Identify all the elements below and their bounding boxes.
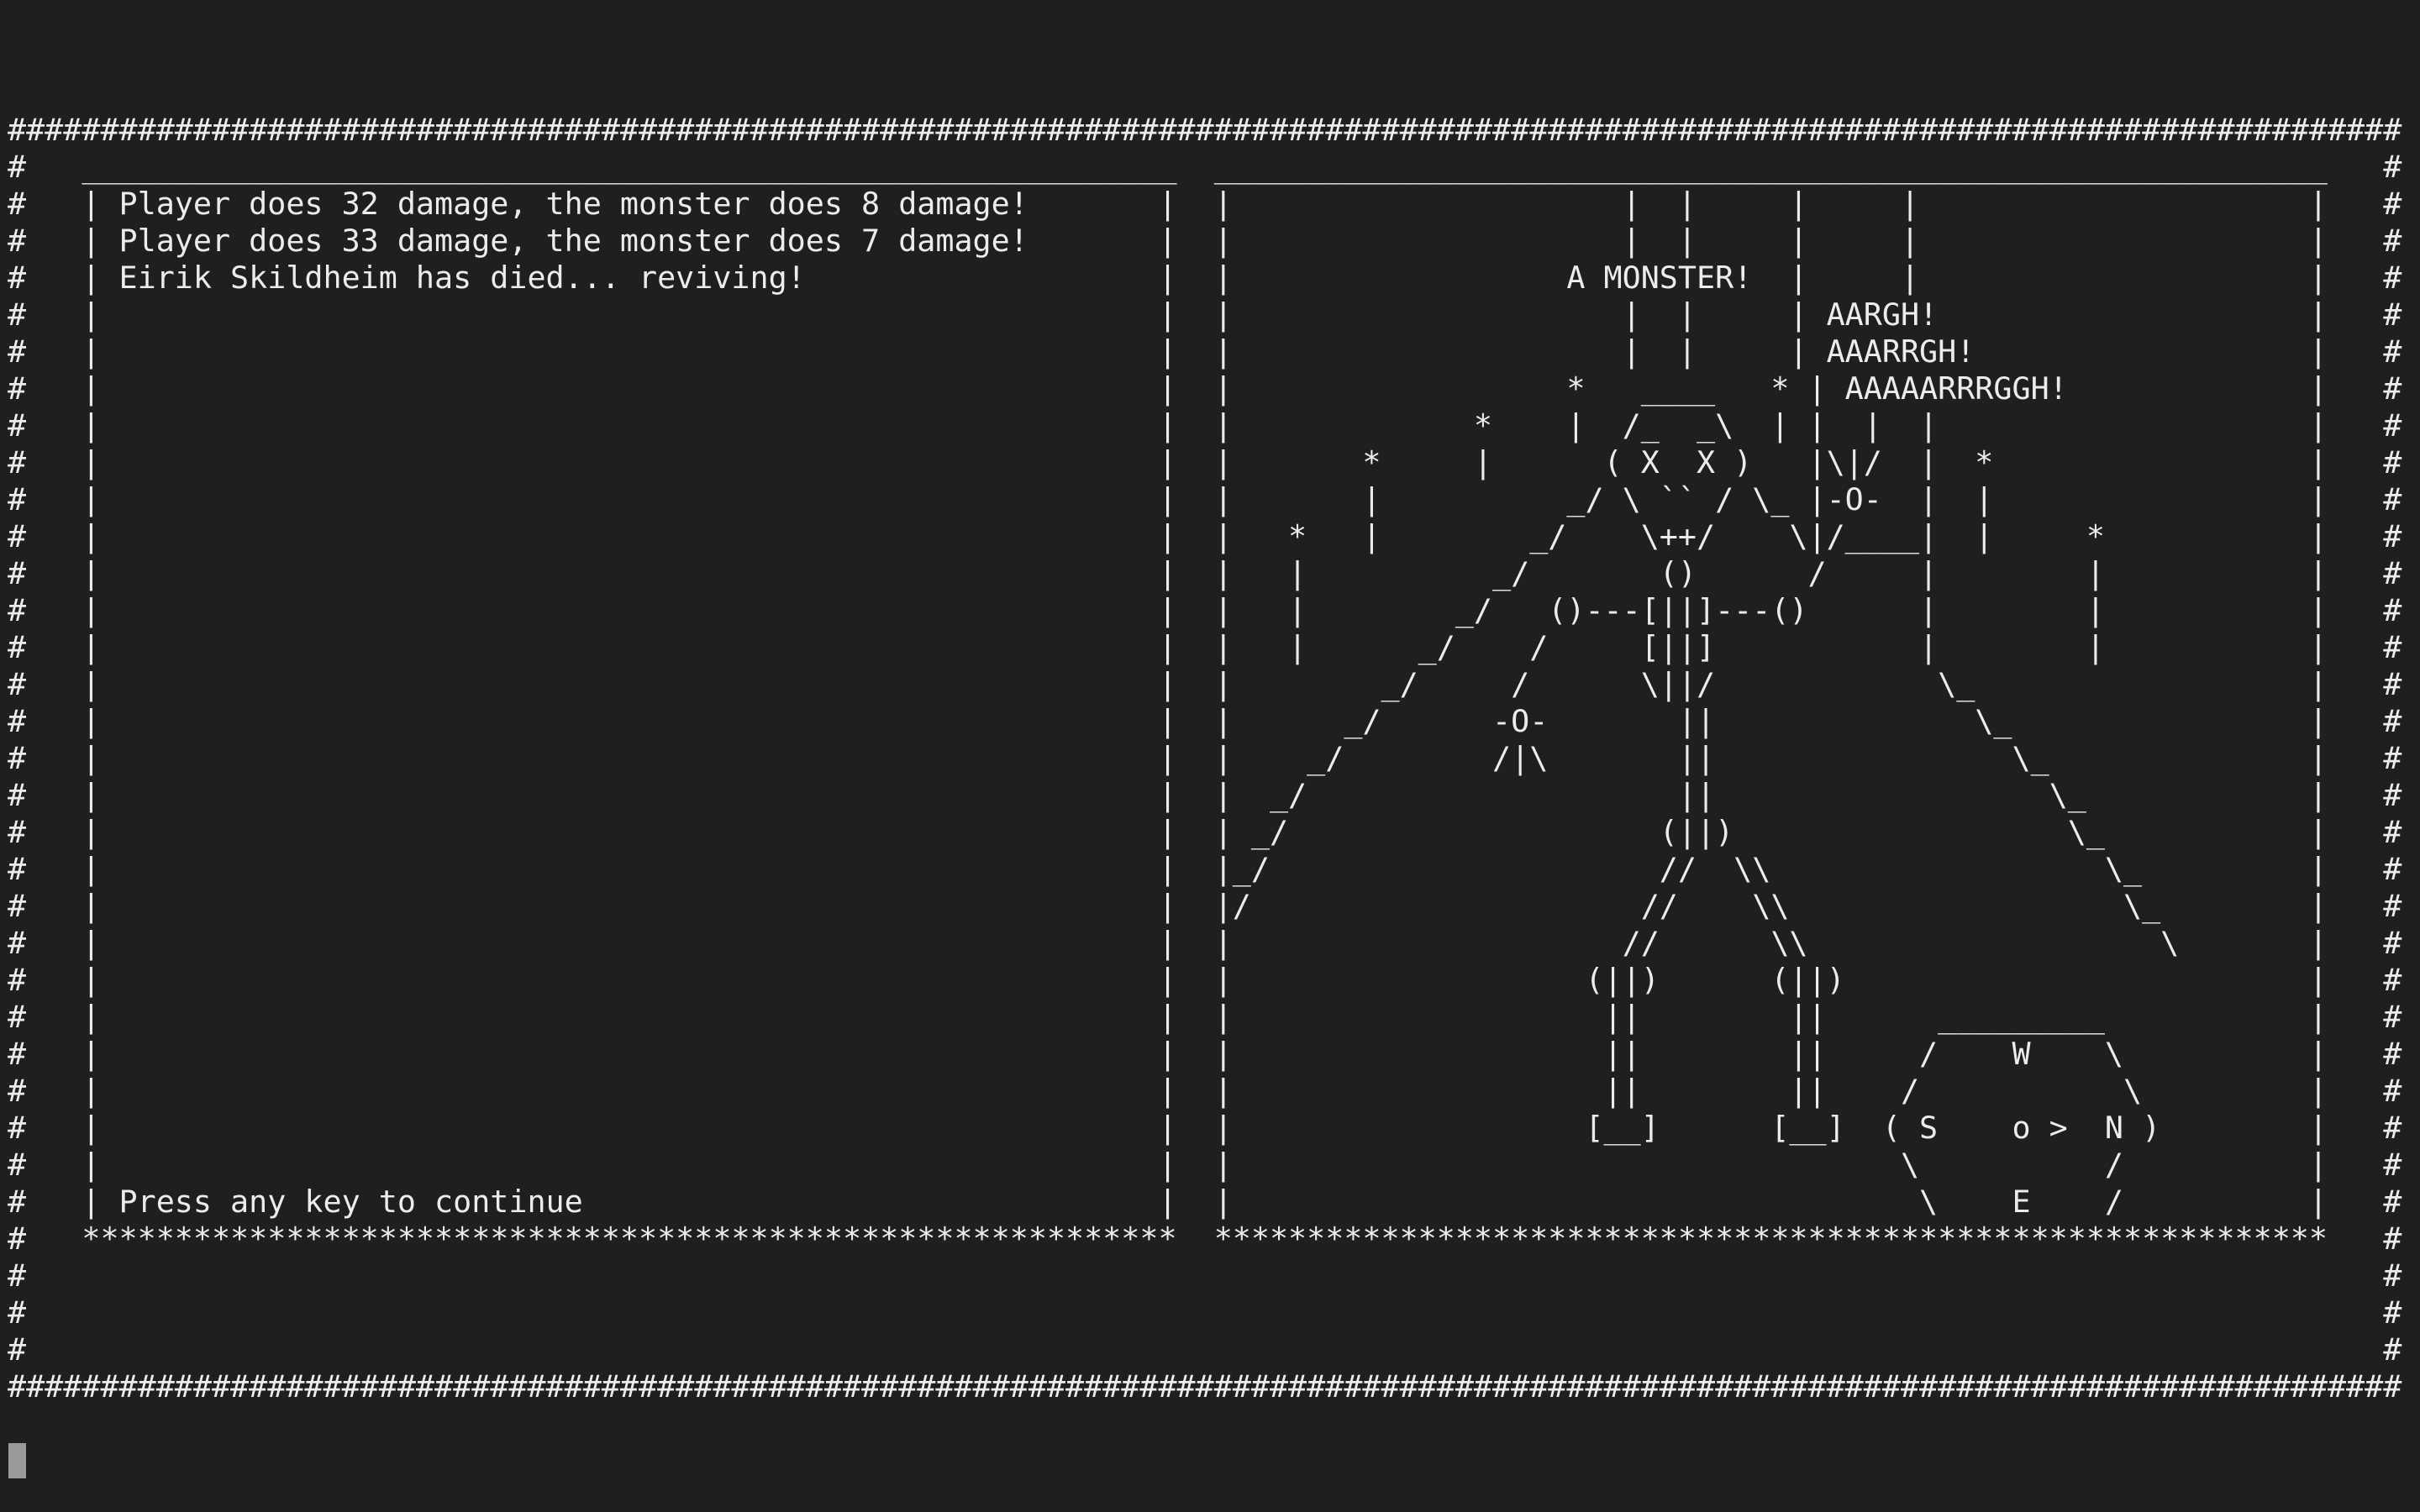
terminal-row: # | | | | | | AARGH! | # [8,297,2402,333]
terminal-row: # | | |/ // \\ \_ | # [8,888,2402,924]
terminal-row: # | | | | _/ / [||] | | | # [8,629,2402,665]
terminal-row: # | | | | _/ () / | | | # [8,555,2402,591]
terminal-row: # | | | * ____ * | AAAAARRRGGH! | # [8,370,2402,407]
terminal-row: # | | | _/ || \_ | # [8,777,2402,813]
terminal-row: # | | | _/ / \||/ \_ | # [8,666,2402,702]
terminal-row: ########################################… [8,112,2402,148]
terminal-row: # ______________________________________… [8,149,2402,185]
terminal-row: # **************************************… [8,1221,2402,1257]
terminal-row: # # [8,1257,2402,1294]
text-cursor [8,1443,26,1478]
terminal-row: # | | | // \\ \ | # [8,925,2402,961]
terminal-row: # | | | || || / W \ | # [8,1036,2402,1072]
terminal-window[interactable]: ########################################… [0,0,2420,1512]
terminal-row: # | | | _/ /|\ || \_ | # [8,740,2402,776]
terminal-row: # | | | | | | AAARRGH! | # [8,333,2402,370]
terminal-row: # | | | * | /_ _\ | | | | | # [8,407,2402,444]
terminal-row: # | Player does 32 damage, the monster d… [8,186,2402,222]
terminal-screen: ########################################… [8,112,2402,1405]
terminal-row: # | | | _/ -O- || \_ | # [8,703,2402,739]
terminal-row: # | | | _/ (||) \_ | # [8,814,2402,850]
terminal-row: # | | | * | _/ \++/ \|/____| | * | # [8,518,2402,554]
terminal-row: # | | | [__] [__] ( S o > N ) | # [8,1110,2402,1146]
terminal-row: # | | | || || _________ | # [8,999,2402,1035]
terminal-row: ########################################… [8,1368,2402,1404]
terminal-row: # # [8,1331,2402,1368]
terminal-row: # | Press any key to continue | | \ E / … [8,1184,2402,1220]
terminal-row: # | | | \ / | # [8,1147,2402,1183]
terminal-row: # # [8,1294,2402,1331]
terminal-row: # | | | || || / \ | # [8,1073,2402,1109]
terminal-row: # | Eirik Skildheim has died... reviving… [8,260,2402,296]
terminal-row: # | | | | _/ ()---[||]---() | | | # [8,592,2402,628]
terminal-row: # | Player does 33 damage, the monster d… [8,223,2402,259]
terminal-row: # | | | (||) (||) | # [8,962,2402,998]
terminal-row: # | | |_/ // \\ \_ | # [8,851,2402,887]
terminal-row: # | | | | _/ \ `` / \_ |-O- | | | # [8,481,2402,517]
terminal-row: # | | | * | ( X X ) |\|/ | * | # [8,444,2402,480]
